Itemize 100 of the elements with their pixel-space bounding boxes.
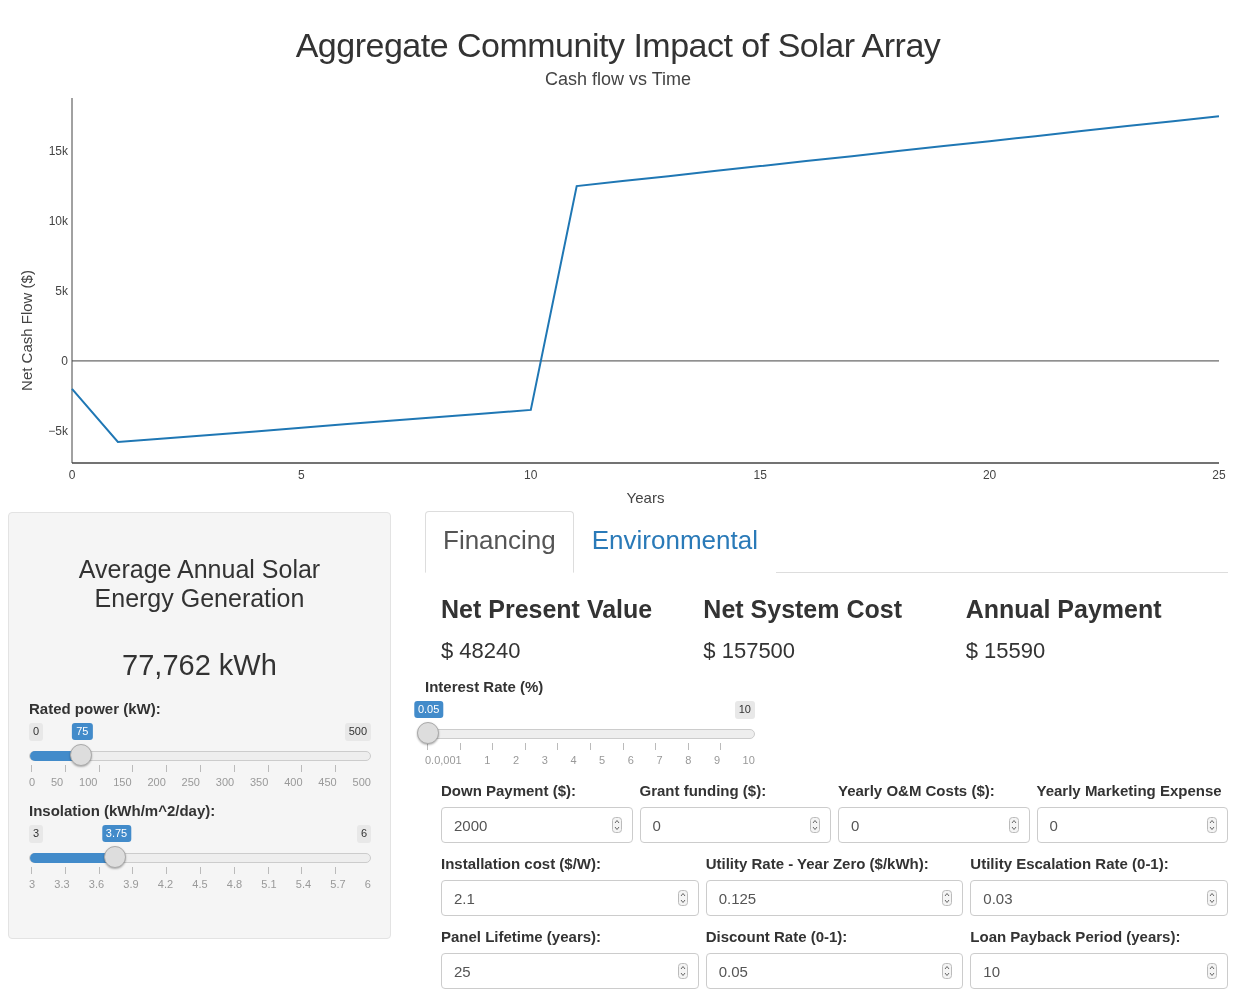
metric-value: $ 157500 <box>703 638 797 664</box>
tick-label: 4 <box>570 754 577 766</box>
tab[interactable]: Financing <box>425 511 574 573</box>
spinner-icon[interactable] <box>677 890 688 906</box>
slider-handle[interactable] <box>416 722 439 744</box>
spinner-icon[interactable] <box>810 817 820 833</box>
field-label: Utility Rate - Year Zero ($/kWh): <box>705 855 930 872</box>
tick-label: 250 <box>181 776 200 788</box>
field-label: Installation cost ($/W): <box>441 855 602 872</box>
panel-title: Average Annual Solar Energy Generation <box>77 555 322 613</box>
tick-label: 5.4 <box>295 878 312 890</box>
metric-value: $ 15590 <box>965 638 1047 664</box>
slider-min: 3 <box>29 825 44 843</box>
tick-label: 3 <box>29 878 36 890</box>
x-tick-label: 25 <box>1212 468 1226 482</box>
number-input[interactable]: 25 <box>441 953 699 989</box>
slider-value: 75 <box>72 723 93 740</box>
x-tick-label: 0 <box>68 468 76 482</box>
y-tick-label: 5k <box>55 284 68 298</box>
metric-label: Net Present Value <box>441 595 654 624</box>
x-axis-title: Years <box>626 489 665 506</box>
tick-label: 6 <box>627 754 634 766</box>
y-tick-label: 0 <box>61 353 68 368</box>
x-tick-label: 15 <box>753 468 767 482</box>
spinner-icon[interactable] <box>1207 963 1217 979</box>
tick-label: 7 <box>656 754 663 766</box>
field-label: Panel Lifetime (years): <box>441 928 603 945</box>
tick-label: 5.1 <box>261 878 277 890</box>
tick-label: 350 <box>249 776 269 788</box>
number-input[interactable]: 10 <box>970 953 1228 989</box>
slider-label: Rated power (kW): <box>29 700 162 717</box>
spinner-icon[interactable] <box>677 963 688 979</box>
field-label: Down Payment ($): <box>441 782 577 799</box>
energy-value: 77,762 kWh <box>121 649 278 682</box>
tick-label: 100 <box>79 776 98 788</box>
spinner-icon[interactable] <box>1008 817 1019 833</box>
number-input[interactable]: 2000 <box>441 807 633 843</box>
spinner-icon[interactable] <box>611 817 622 833</box>
tick-label: 3.9 <box>123 878 139 890</box>
tick-label: 10 <box>742 754 755 766</box>
field-label: Discount Rate (0-1): <box>705 928 849 945</box>
metric-label: Net System Cost <box>703 595 903 624</box>
spinner-icon[interactable] <box>1207 817 1217 833</box>
slider-value: 3.75 <box>101 825 132 842</box>
spinner-icon[interactable] <box>942 963 953 979</box>
number-input[interactable]: 0 <box>1036 807 1228 843</box>
tick-label: 2 <box>513 754 520 766</box>
tick-label: 4.8 <box>226 878 243 890</box>
slider-label: Interest Rate (%) <box>425 678 545 695</box>
tick-label: 3 <box>541 754 548 766</box>
field-label: Yearly O&M Costs ($): <box>838 782 996 799</box>
field-label: Loan Payback Period (years): <box>970 928 1182 945</box>
tick-label: 400 <box>284 776 303 788</box>
metric-label: Annual Payment <box>965 595 1163 624</box>
slider-handle[interactable] <box>70 744 92 766</box>
field-label: Grant funding ($): <box>639 782 768 799</box>
tick-label: 0.0,001 <box>425 754 462 766</box>
y-tick-label: 15k <box>48 144 68 159</box>
tick-label: 8 <box>685 754 692 766</box>
tick-label: 300 <box>215 776 235 788</box>
number-input[interactable]: 0.05 <box>705 953 964 989</box>
tick-label: 50 <box>50 776 64 788</box>
number-input[interactable]: 0 <box>838 807 1030 843</box>
spinner-icon[interactable] <box>942 890 953 906</box>
tick-label: 5 <box>599 754 606 766</box>
chart-title: Aggregate Community Impact of Solar Array <box>294 26 942 65</box>
y-tick-label: 10k <box>48 214 68 229</box>
y-axis-title: Net Cash Flow ($) <box>18 270 35 391</box>
y-tick-label: −5k <box>48 423 68 438</box>
number-input[interactable]: 0 <box>639 807 831 843</box>
metric-value: $ 48240 <box>441 638 522 664</box>
slider-max: 10 <box>734 701 755 719</box>
field-label: Utility Escalation Rate (0-1): <box>970 855 1170 872</box>
tick-label: 0 <box>29 776 36 788</box>
x-tick-label: 10 <box>524 468 538 482</box>
slider-label: Insolation (kWh/m^2/day): <box>29 802 217 819</box>
field-label: Yearly Marketing Expense <box>1036 782 1223 799</box>
tick-label: 200 <box>147 776 166 788</box>
chart-subtitle: Cash flow vs Time <box>543 69 692 90</box>
tick-label: 1 <box>484 754 491 766</box>
tick-label: 3.6 <box>88 878 105 890</box>
tick-label: 3.3 <box>54 878 70 890</box>
tick-label: 150 <box>113 776 132 788</box>
spinner-icon[interactable] <box>1207 890 1217 906</box>
tick-label: 6 <box>364 878 371 890</box>
tick-label: 450 <box>318 776 337 788</box>
tick-label: 9 <box>713 754 721 766</box>
tick-label: 5.7 <box>330 878 346 890</box>
number-input[interactable]: 2.1 <box>441 880 699 916</box>
slider-min: 0 <box>29 723 44 741</box>
slider-max: 6 <box>356 825 371 843</box>
tick-label: 500 <box>352 776 371 788</box>
number-input[interactable]: 0.125 <box>705 880 964 916</box>
x-tick-label: 5 <box>298 468 305 482</box>
number-input[interactable]: 0.03 <box>970 880 1228 916</box>
tick-label: 4.2 <box>157 878 174 890</box>
slider-handle[interactable] <box>104 846 126 868</box>
slider-value: 0.05 <box>413 701 444 718</box>
slider-max: 500 <box>344 723 371 741</box>
x-tick-label: 20 <box>982 468 997 482</box>
